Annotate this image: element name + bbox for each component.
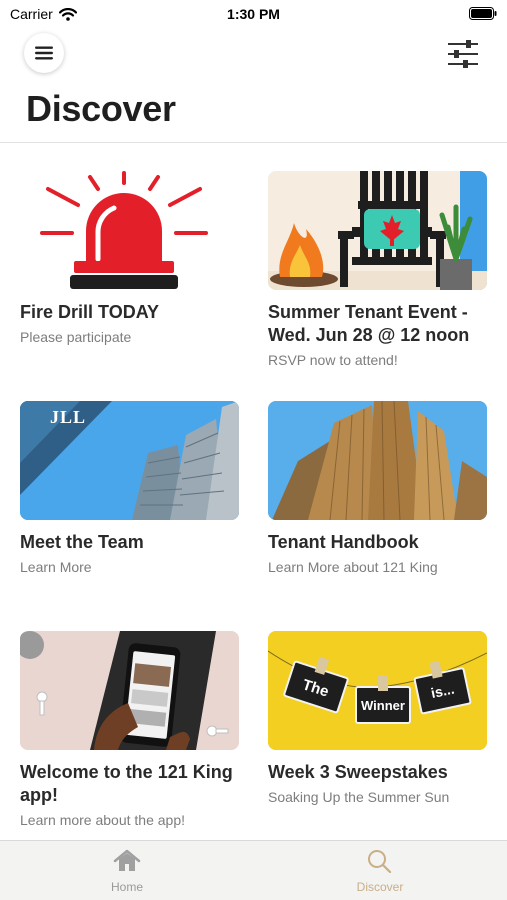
- phone-in-hand-illustration: [20, 631, 239, 750]
- status-time: 1:30 PM: [227, 6, 280, 22]
- discover-card-welcome-app[interactable]: Welcome to the 121 King app! Learn more …: [20, 631, 240, 829]
- card-subtitle: Please participate: [20, 329, 132, 345]
- discover-card-meet-the-team[interactable]: JLL Meet the Team Learn More: [20, 401, 240, 576]
- tab-discover-label: Discover: [356, 880, 404, 894]
- hamburger-menu-icon: [35, 46, 53, 60]
- card-subtitle: RSVP now to attend!: [268, 352, 398, 368]
- discover-card-tenant-handbook[interactable]: Tenant Handbook Learn More about 121 Kin…: [268, 401, 488, 576]
- card-title: Meet the Team: [20, 532, 144, 552]
- search-icon: [368, 850, 392, 874]
- card-subtitle: Learn more about the app!: [20, 812, 186, 828]
- sign-text-winner: Winner: [361, 698, 405, 713]
- home-icon: [113, 849, 141, 871]
- menu-button[interactable]: [24, 33, 64, 73]
- discover-card-sweepstakes[interactable]: The Winner is... Week 3 Sweepstakes Soak…: [268, 631, 488, 806]
- card-subtitle: Learn More: [20, 559, 92, 575]
- card-title: Tenant Handbook: [268, 532, 419, 552]
- battery-icon: [469, 7, 497, 20]
- tab-home-label: Home: [110, 880, 143, 894]
- status-bar: Carrier 1:30 PM: [0, 0, 507, 30]
- card-title: Summer Tenant Event - Wed. Jun 28 @ 12 n…: [268, 302, 470, 345]
- card-image-gold-skyscrapers: [268, 401, 487, 520]
- card-image-phone-in-hand: [20, 631, 239, 750]
- tab-home[interactable]: Home: [57, 849, 197, 894]
- jll-logo: JLL: [50, 407, 87, 427]
- card-title: Week 3 Sweepstakes: [268, 762, 448, 782]
- tab-bar: Home Discover: [0, 840, 507, 900]
- card-title: Welcome to the 121 King app!: [20, 762, 233, 805]
- card-title: Fire Drill TODAY: [20, 302, 160, 322]
- filter-sliders-icon[interactable]: [447, 39, 479, 69]
- winner-signs-illustration: The Winner is...: [268, 631, 487, 750]
- card-image-muskoka-chair: [268, 171, 487, 290]
- discover-grid: Fire Drill TODAY Please participate Summ…: [0, 143, 507, 840]
- tab-discover[interactable]: Discover: [310, 849, 450, 894]
- card-subtitle: Soaking Up the Summer Sun: [268, 789, 450, 805]
- card-image-alarm-siren: [20, 171, 239, 290]
- card-image-winner-signs: The Winner is...: [268, 631, 487, 750]
- discover-card-fire-drill[interactable]: Fire Drill TODAY Please participate: [20, 171, 240, 346]
- alarm-siren-icon: [40, 171, 208, 289]
- muskoka-chair-campfire-illustration: [268, 171, 487, 290]
- gold-skyscrapers-illustration: [268, 401, 487, 520]
- discover-card-summer-event[interactable]: Summer Tenant Event - Wed. Jun 28 @ 12 n…: [268, 171, 488, 369]
- card-image-jll-towers: JLL: [20, 401, 239, 520]
- page-title: Discover: [26, 88, 176, 129]
- card-subtitle: Learn More about 121 King: [268, 559, 438, 575]
- header: Discover: [0, 30, 507, 143]
